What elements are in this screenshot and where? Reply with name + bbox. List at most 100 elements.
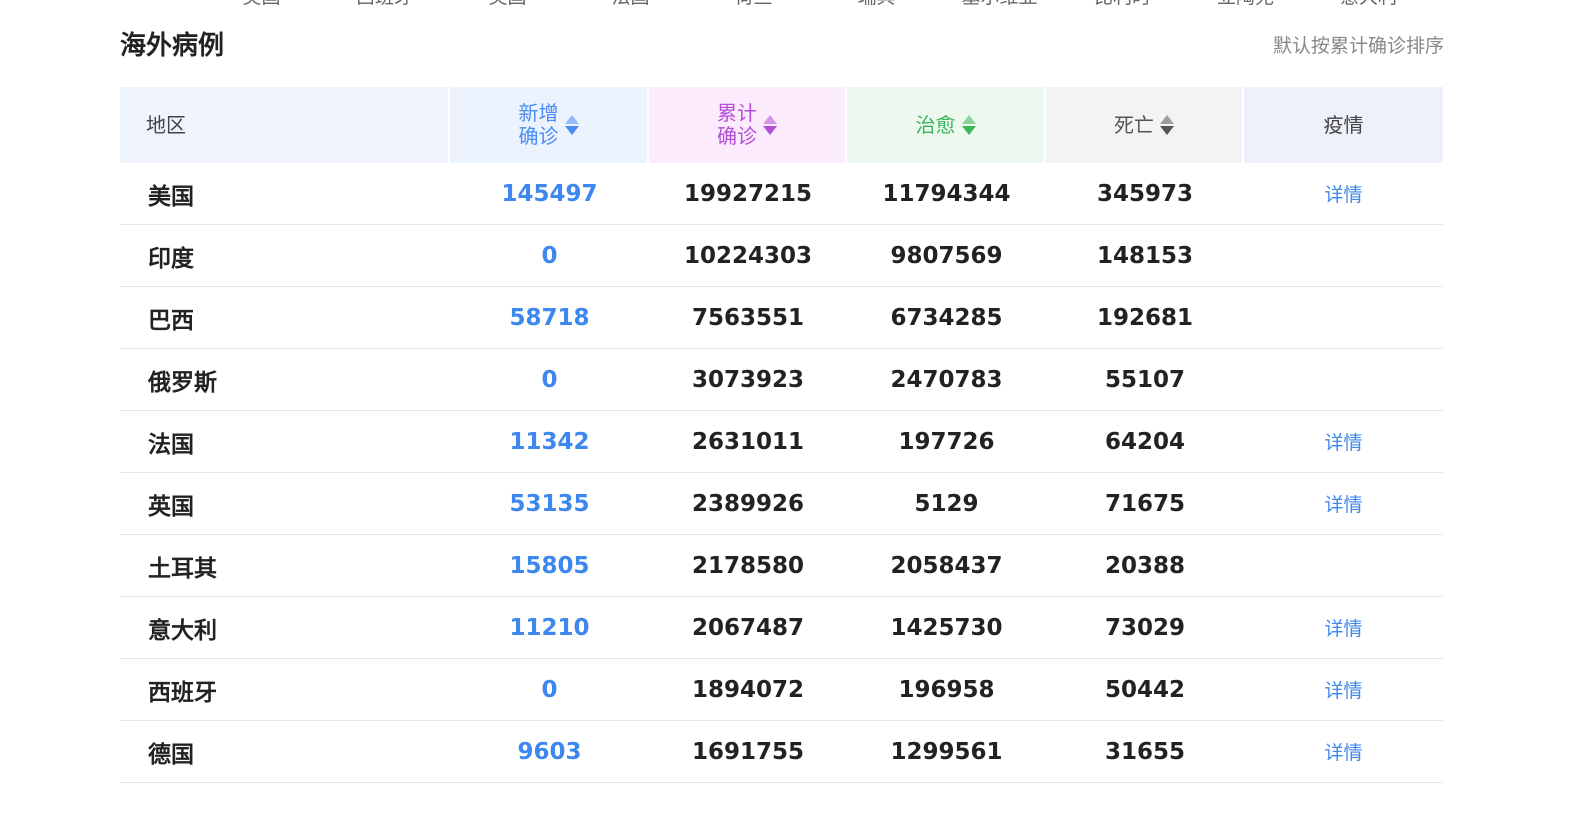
sort-icon[interactable] [763, 115, 777, 135]
column-header-label: 地区 [146, 112, 186, 137]
detail-link[interactable]: 详情 [1244, 676, 1443, 703]
sort-note: 默认按累计确诊排序 [1272, 35, 1444, 57]
column-header-detail: 疫情 [1244, 87, 1443, 163]
top-tab[interactable]: 英国 [446, 0, 569, 8]
deaths-cell: 50442 [1104, 676, 1186, 703]
new-confirmed-cell: 11342 [509, 428, 590, 455]
total-confirmed-label: 累计 确诊 [717, 101, 757, 148]
cured-cell: 11794344 [882, 180, 1011, 207]
total-confirmed-cell: 10224303 [683, 242, 813, 269]
deaths-cell: 192681 [1096, 304, 1194, 331]
top-tab-strip: 美国西班牙英国法国荷兰瑞典塞尔维亚比利时立陶宛意大利 [200, 0, 1430, 8]
cured-cell: 1299561 [890, 738, 1003, 765]
table-row: 俄罗斯 0 3073923 2470783 55107 [120, 349, 1443, 411]
top-tab[interactable]: 意大利 [1307, 0, 1430, 8]
table-header: 地区 新增 确诊 累计 确诊 治愈 死亡 疫情 [120, 87, 1443, 163]
cured-cell: 6734285 [890, 304, 1003, 331]
total-confirmed-cell: 2631011 [691, 428, 805, 455]
table-row: 西班牙 0 1894072 196958 50442 详情 [120, 659, 1443, 721]
cured-cell: 197726 [898, 428, 995, 455]
deaths-cell: 345973 [1096, 180, 1194, 207]
new-confirmed-cell: 9603 [517, 738, 582, 765]
new-confirmed-cell: 11210 [509, 614, 590, 641]
column-header-new-confirmed[interactable]: 新增 确诊 [450, 87, 649, 163]
deaths-cell: 148153 [1096, 242, 1194, 269]
table-row: 德国 9603 1691755 1299561 31655 详情 [120, 721, 1443, 783]
column-header-label: 新增 确诊 [519, 102, 559, 148]
new-confirmed-cell: 53135 [509, 490, 590, 517]
table-row: 法国 11342 2631011 197726 64204 详情 [120, 411, 1443, 473]
detail-label: 疫情 [1323, 112, 1364, 137]
cured-cell: 1425730 [890, 614, 1003, 641]
top-tab[interactable]: 美国 [200, 0, 323, 8]
region-cell: 意大利 [148, 617, 217, 644]
total-confirmed-cell: 1894072 [691, 676, 805, 703]
region-cell: 巴西 [148, 307, 194, 334]
total-confirmed-cell: 3073923 [691, 366, 805, 393]
top-tab[interactable]: 瑞典 [815, 0, 938, 8]
deaths-cell: 31655 [1104, 738, 1186, 765]
total-confirmed-cell: 7563551 [691, 304, 805, 331]
region-cell: 英国 [148, 493, 194, 520]
region-cell: 俄罗斯 [148, 369, 217, 396]
cured-cell: 2058437 [890, 552, 1003, 579]
column-header-region: 地区 [120, 87, 450, 163]
cured-cell: 5129 [914, 490, 979, 517]
detail-link[interactable]: 详情 [1244, 180, 1443, 207]
detail-link[interactable]: 详情 [1244, 738, 1443, 765]
deaths-label: 死亡 [1114, 112, 1154, 137]
sort-icon[interactable] [961, 115, 976, 135]
table-row: 印度 0 10224303 9807569 148153 [120, 225, 1443, 287]
total-confirmed-cell: 2067487 [691, 614, 805, 641]
detail-link[interactable]: 详情 [1244, 614, 1443, 641]
top-tab[interactable]: 立陶宛 [1184, 0, 1307, 8]
cured-label: 治愈 [915, 112, 956, 137]
region-cell: 德国 [148, 741, 194, 768]
cured-cell: 196958 [898, 676, 995, 703]
top-tab[interactable]: 比利时 [1061, 0, 1184, 8]
section-header: 海外病例 默认按累计确诊排序 [120, 26, 1444, 66]
region-cell: 土耳其 [148, 555, 217, 582]
new-confirmed-cell: 145497 [501, 180, 598, 207]
deaths-cell: 20388 [1104, 552, 1186, 579]
table-row: 英国 53135 2389926 5129 71675 详情 [120, 473, 1443, 535]
total-confirmed-cell: 19927215 [683, 180, 813, 207]
top-tab[interactable]: 塞尔维亚 [938, 0, 1061, 8]
region-cell: 印度 [148, 245, 194, 272]
region-cell: 美国 [148, 183, 194, 210]
cured-cell: 9807569 [890, 242, 1003, 269]
column-header-deaths[interactable]: 死亡 [1046, 87, 1244, 163]
table-row: 巴西 58718 7563551 6734285 192681 [120, 287, 1443, 349]
top-tab[interactable]: 荷兰 [692, 0, 815, 8]
region-cell: 法国 [148, 431, 194, 458]
overseas-cases-table: 地区 新增 确诊 累计 确诊 治愈 死亡 疫情 美国 145497 199272… [120, 87, 1443, 783]
top-tab[interactable]: 西班牙 [323, 0, 446, 8]
new-confirmed-cell: 0 [541, 366, 558, 393]
deaths-cell: 73029 [1104, 614, 1186, 641]
table-row: 土耳其 15805 2178580 2058437 20388 [120, 535, 1443, 597]
sort-icon[interactable] [564, 115, 579, 135]
column-header-label: 累计 确诊 [717, 102, 757, 148]
table-row: 美国 145497 19927215 11794344 345973 详情 [120, 163, 1443, 225]
region-cell: 西班牙 [148, 679, 217, 706]
total-confirmed-cell: 2389926 [691, 490, 805, 517]
column-header-cured[interactable]: 治愈 [847, 87, 1046, 163]
table-row: 意大利 11210 2067487 1425730 73029 详情 [120, 597, 1443, 659]
total-confirmed-cell: 2178580 [691, 552, 805, 579]
page: 美国西班牙英国法国荷兰瑞典塞尔维亚比利时立陶宛意大利 海外病例 默认按累计确诊排… [0, 0, 1573, 832]
new-confirmed-label: 新增 确诊 [518, 101, 559, 148]
deaths-cell: 71675 [1104, 490, 1186, 517]
sort-icon[interactable] [1160, 115, 1174, 135]
column-header-total-confirmed[interactable]: 累计 确诊 [649, 87, 847, 163]
detail-link[interactable]: 详情 [1244, 490, 1443, 517]
new-confirmed-cell: 15805 [509, 552, 590, 579]
deaths-cell: 64204 [1104, 428, 1186, 455]
new-confirmed-cell: 0 [541, 676, 558, 703]
new-confirmed-cell: 58718 [509, 304, 590, 331]
deaths-cell: 55107 [1104, 366, 1186, 393]
top-tab[interactable]: 法国 [569, 0, 692, 8]
table-body: 美国 145497 19927215 11794344 345973 详情 印度 0 10224… [120, 163, 1443, 783]
page-title: 海外病例 [120, 31, 225, 61]
detail-link[interactable]: 详情 [1244, 428, 1443, 455]
cured-cell: 2470783 [890, 366, 1003, 393]
